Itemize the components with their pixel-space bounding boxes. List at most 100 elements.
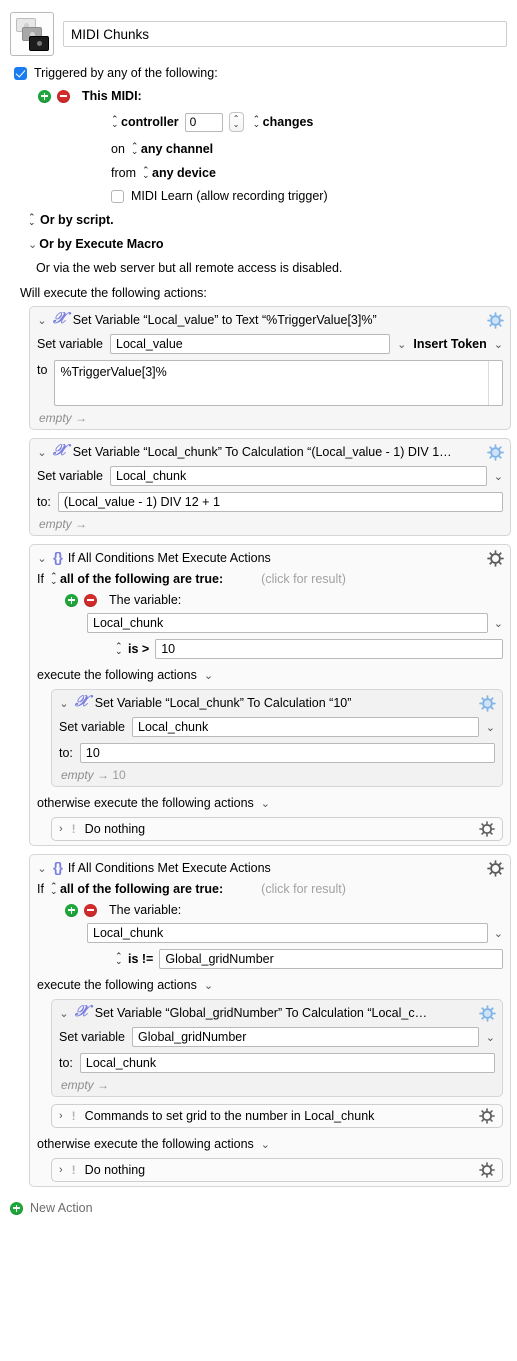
click-for-result-label[interactable]: (click for result) [261, 572, 346, 586]
action-header[interactable]: ⌄ {} If All Conditions Met Execute Actio… [37, 550, 503, 566]
execute-actions-chevron-icon[interactable]: ⌄ [204, 979, 213, 992]
controller-popup-icon[interactable] [111, 117, 118, 127]
otherwise-chevron-icon[interactable]: ⌄ [261, 797, 270, 810]
action-if-then-else-2[interactable]: ⌄ {} If All Conditions Met Execute Actio… [29, 854, 511, 1187]
controller-label[interactable]: controller [121, 115, 179, 129]
condition-mode-label[interactable]: all of the following are true: [60, 882, 223, 896]
disclosure-right-icon[interactable]: › [59, 1110, 63, 1122]
condition-variable-dropdown-icon[interactable]: ⌄ [494, 617, 503, 630]
condition-add-remove[interactable] [65, 593, 97, 607]
gear-icon[interactable] [479, 1005, 496, 1022]
action-set-variable-calculation[interactable]: ⌄ 𝒳 Set Variable “Local_chunk” To Calcul… [29, 438, 511, 536]
disclosure-down-icon[interactable]: ⌄ [37, 314, 47, 327]
channel-popup-icon[interactable] [131, 144, 138, 154]
device-value[interactable]: any device [152, 166, 216, 180]
variable-name-input[interactable]: Local_chunk [110, 466, 487, 486]
condition-variable-input[interactable]: Local_chunk [87, 923, 488, 943]
otherwise-actions-row[interactable]: otherwise execute the following actions … [37, 1137, 503, 1151]
otherwise-chevron-icon[interactable]: ⌄ [261, 1138, 270, 1151]
nested-action-commands-set-grid[interactable]: › ! Commands to set grid to the number i… [51, 1104, 503, 1128]
execute-actions-row[interactable]: execute the following actions ⌄ [37, 668, 503, 682]
controller-number-input[interactable]: 0 [184, 112, 223, 132]
action-if-then-else-1[interactable]: ⌄ {} If All Conditions Met Execute Actio… [29, 544, 511, 846]
disclosure-down-icon[interactable]: ⌄ [37, 862, 47, 875]
or-by-execute-macro-row[interactable]: ⌄ Or by Execute Macro [14, 237, 507, 251]
gear-icon[interactable] [487, 550, 504, 567]
condition-add-remove[interactable] [65, 903, 97, 917]
condition-mode-label[interactable]: all of the following are true: [60, 572, 223, 586]
execute-actions-row[interactable]: execute the following actions ⌄ [37, 978, 503, 992]
condition-mode-popup-icon[interactable] [50, 884, 57, 894]
triggered-by-checkbox[interactable] [14, 66, 27, 80]
midi-learn-row[interactable]: MIDI Learn (allow recording trigger) [14, 189, 507, 203]
condition-operator-label[interactable]: is != [128, 952, 153, 966]
stacked-windows-icon[interactable] [10, 12, 54, 56]
device-popup-icon[interactable] [142, 168, 149, 178]
gear-icon[interactable] [487, 860, 504, 877]
execute-actions-chevron-icon[interactable]: ⌄ [204, 669, 213, 682]
trigger-add-remove[interactable] [38, 89, 70, 103]
nested-action-set-variable-calculation[interactable]: ⌄ 𝒳 Set Variable “Local_chunk” To Calcul… [51, 689, 503, 787]
remove-condition-icon[interactable] [84, 903, 97, 917]
triggered-by-row[interactable]: Triggered by any of the following: [14, 66, 507, 80]
condition-operand-input[interactable]: Global_gridNumber [159, 949, 503, 969]
variable-dropdown-icon[interactable]: ⌄ [486, 1031, 495, 1044]
condition-operator-label[interactable]: is > [128, 642, 149, 656]
nested-action-do-nothing[interactable]: › ! Do nothing [51, 817, 503, 841]
condition-mode-popup-icon[interactable] [50, 574, 57, 584]
gear-icon[interactable] [479, 695, 496, 712]
chevron-down-icon[interactable]: ⌄ [28, 238, 37, 251]
new-action-button[interactable]: New Action [2, 1195, 515, 1215]
insert-token-label[interactable]: Insert Token [413, 337, 486, 351]
remove-trigger-icon[interactable] [57, 89, 70, 103]
otherwise-actions-row[interactable]: otherwise execute the following actions … [37, 796, 503, 810]
variable-name-input[interactable]: Global_gridNumber [132, 1027, 479, 1047]
calculation-input[interactable]: Local_chunk [79, 1053, 495, 1073]
add-trigger-icon[interactable] [38, 89, 51, 103]
disclosure-right-icon[interactable]: › [59, 823, 63, 835]
gear-icon[interactable] [487, 444, 504, 461]
variable-name-input[interactable]: Local_value [110, 334, 391, 354]
controller-stepper[interactable]: ⌃ ⌄ [228, 112, 244, 132]
variable-dropdown-icon[interactable]: ⌄ [494, 470, 503, 483]
insert-token-chevron-icon[interactable]: ⌄ [494, 338, 503, 351]
disclosure-down-icon[interactable]: ⌄ [59, 1007, 69, 1020]
disclosure-right-icon[interactable]: › [59, 1164, 63, 1176]
changes-popup-icon[interactable] [253, 117, 260, 127]
disclosure-down-icon[interactable]: ⌄ [37, 552, 47, 565]
disclosure-down-icon[interactable]: ⌄ [37, 446, 47, 459]
or-by-script-popup-icon[interactable] [28, 215, 35, 225]
variable-name-input[interactable]: Local_chunk [132, 717, 479, 737]
nested-action-set-variable-calculation[interactable]: ⌄ 𝒳 Set Variable “Global_gridNumber” To … [51, 999, 503, 1097]
gear-icon[interactable] [479, 1108, 496, 1125]
changes-label[interactable]: changes [263, 115, 314, 129]
midi-learn-checkbox[interactable] [111, 189, 124, 203]
action-header[interactable]: ⌄ 𝒳 Set Variable “Local_chunk” To Calcul… [37, 444, 503, 460]
disclosure-down-icon[interactable]: ⌄ [59, 697, 69, 710]
remove-condition-icon[interactable] [84, 593, 97, 607]
condition-variable-input[interactable]: Local_chunk [87, 613, 488, 633]
action-header[interactable]: ⌄ 𝒳 Set Variable “Local_value” to Text “… [37, 312, 503, 328]
nested-action-do-nothing[interactable]: › ! Do nothing [51, 1158, 503, 1182]
operator-popup-icon[interactable] [115, 954, 122, 964]
gear-icon[interactable] [487, 312, 504, 329]
calculation-input[interactable]: (Local_value - 1) DIV 12 + 1 [57, 492, 503, 512]
action-header[interactable]: ⌄ {} If All Conditions Met Execute Actio… [37, 860, 503, 876]
gear-icon[interactable] [479, 1162, 496, 1179]
action-set-variable-text[interactable]: ⌄ 𝒳 Set Variable “Local_value” to Text “… [29, 306, 511, 430]
or-by-script-row[interactable]: Or by script. [14, 213, 507, 227]
gear-icon[interactable] [479, 821, 496, 838]
action-header[interactable]: ⌄ 𝒳 Set Variable “Global_gridNumber” To … [59, 1005, 495, 1021]
condition-variable-dropdown-icon[interactable]: ⌄ [494, 927, 503, 940]
add-icon[interactable] [10, 1201, 23, 1215]
add-condition-icon[interactable] [65, 593, 78, 607]
operator-popup-icon[interactable] [115, 644, 122, 654]
variable-dropdown-icon[interactable]: ⌄ [486, 721, 495, 734]
action-header[interactable]: ⌄ 𝒳 Set Variable “Local_chunk” To Calcul… [59, 695, 495, 711]
condition-operand-input[interactable]: 10 [155, 639, 503, 659]
calculation-input[interactable]: 10 [79, 743, 495, 763]
variable-dropdown-icon[interactable]: ⌄ [397, 338, 406, 351]
macro-name-input[interactable]: MIDI Chunks [63, 21, 507, 47]
add-condition-icon[interactable] [65, 903, 78, 917]
click-for-result-label[interactable]: (click for result) [261, 882, 346, 896]
